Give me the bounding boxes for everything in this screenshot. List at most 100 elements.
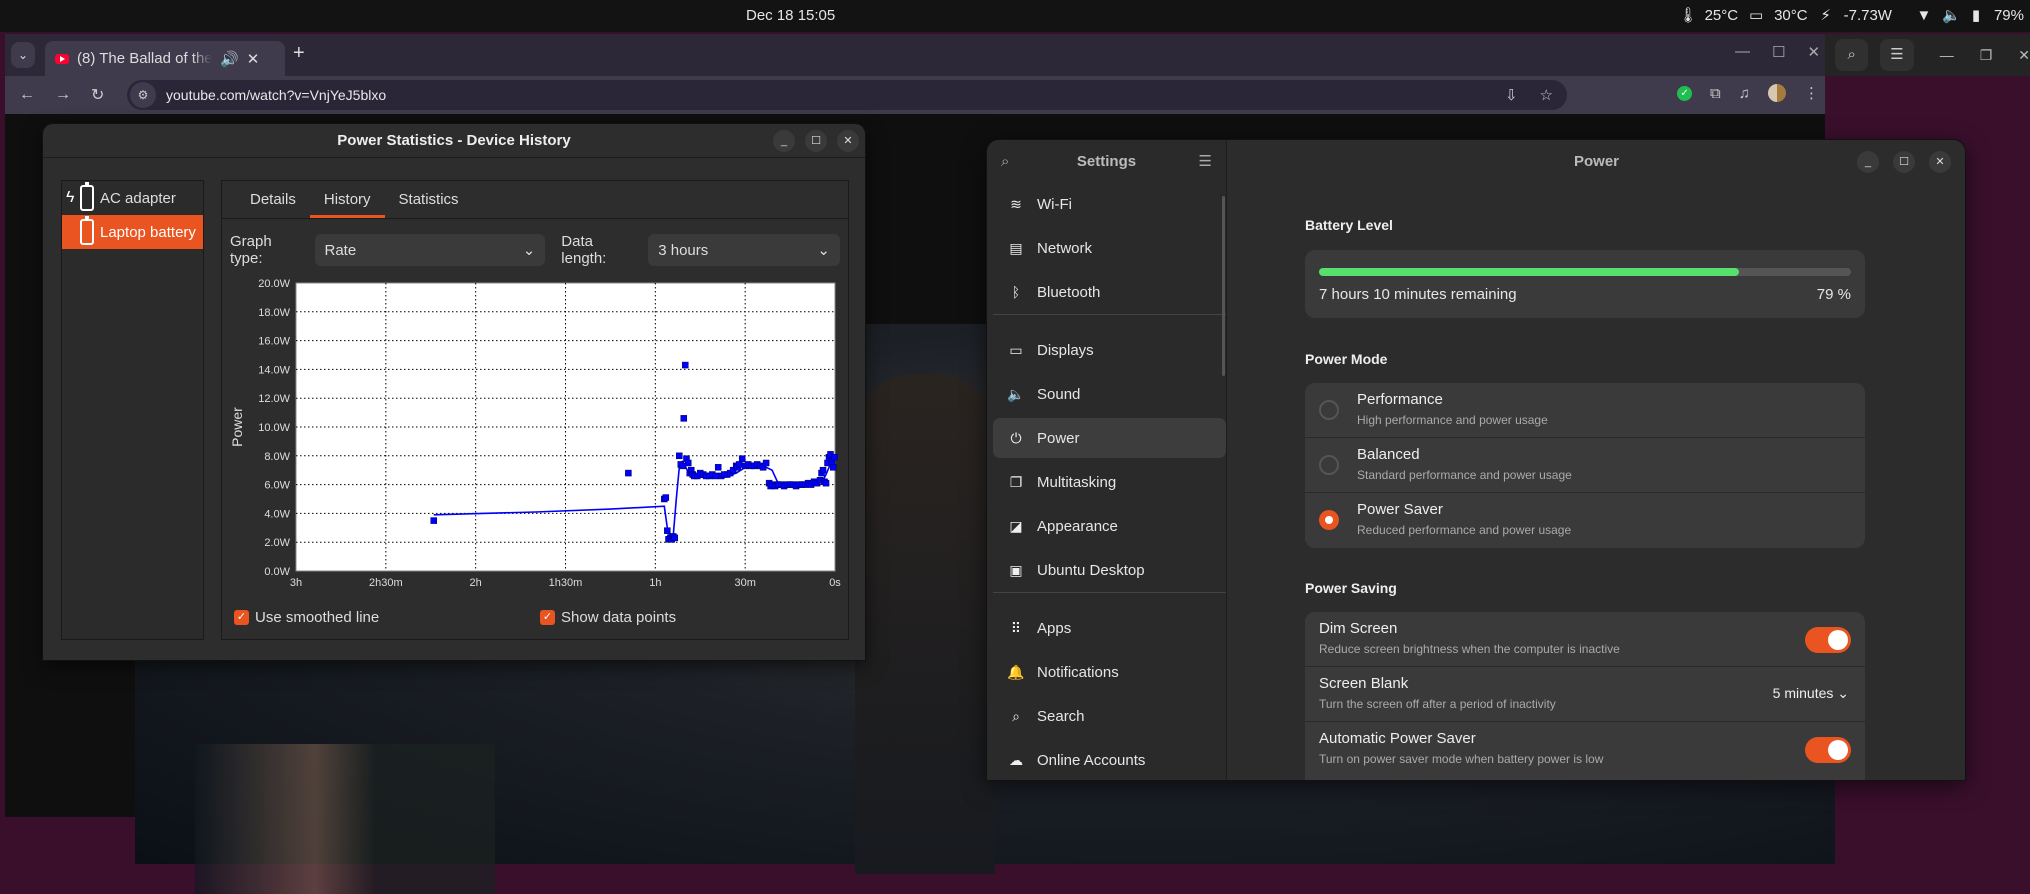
install-app-icon[interactable]: ⇩ [1505,86,1518,104]
radio-button[interactable] [1319,455,1339,475]
audio-playing-icon[interactable]: 🔊 [220,50,239,68]
maximize-button[interactable]: ☐ [805,130,827,152]
data-point [738,455,746,462]
y-tick-label: 18.0W [258,307,290,319]
minimize-button[interactable]: _ [773,130,795,152]
sidebar-item-wi-fi[interactable]: ≋ Wi-Fi [993,184,1226,224]
use-smoothed-line-checkbox[interactable]: ✓ Use smoothed line [234,609,379,626]
toolbar-right: ✓ ⧉ ♫ ⋮ [1677,84,1819,102]
sidebar-item-label: Search [1037,707,1085,725]
sound-icon: 🔈 [1007,385,1025,402]
data-point [430,517,437,524]
close-tab-icon[interactable]: ✕ [247,50,260,68]
search-icon[interactable]: ⌕ [1835,39,1869,71]
maximize-icon[interactable]: ☐ [1772,43,1785,61]
sidebar-item-appearance[interactable]: ◪ Appearance [993,506,1226,546]
sidebar-item-bluetooth[interactable]: ᛒ Bluetooth [993,272,1226,312]
sidebar-item-apps[interactable]: ⠿ Apps [993,608,1226,648]
tab-details[interactable]: Details [236,181,310,218]
battery-percent: 79% [1993,6,2024,24]
back-icon[interactable]: ← [19,86,41,104]
radio-button-selected[interactable] [1319,510,1339,530]
browser-tab[interactable]: (8) The Ballad of the W 🔊 ✕ [45,41,285,76]
profile-avatar[interactable] [1768,84,1786,102]
power-mode-power-saver[interactable]: Power Saver Reduced performance and powe… [1305,493,1865,548]
restore-icon[interactable]: ❐ [1980,47,1993,64]
device-ac-adapter[interactable]: ϟ AC adapter [62,181,203,215]
power-mode-balanced[interactable]: Balanced Standard performance and power … [1305,438,1865,493]
graph-type-select[interactable]: Rate ⌄ [314,234,546,266]
tab-search-button[interactable]: ⌄ [11,42,35,68]
clock[interactable]: Dec 18 15:05 [746,7,835,24]
sidebar-scrollbar[interactable] [1222,196,1225,376]
settings-sidebar: ⌕ Settings ☰ ≋ Wi-Fi ▤ Network ᛒ Bluetooth ▭ Di… [987,140,1227,780]
extensions-puzzle-icon[interactable]: ⧉ [1710,85,1721,102]
reload-icon[interactable]: ↻ [91,85,113,105]
automatic-power-saver-toggle[interactable] [1805,737,1851,763]
new-tab-button[interactable]: + [293,42,305,65]
tab-statistics[interactable]: Statistics [385,181,473,218]
radio-button[interactable] [1319,400,1339,420]
power-mode-card: Performance High performance and power u… [1305,383,1865,548]
dim-screen-toggle[interactable] [1805,627,1851,653]
device-laptop-battery[interactable]: Laptop battery [62,215,203,249]
ac-adapter-icon: ϟ [66,189,75,206]
network-icon: ▤ [1009,239,1023,256]
device-label: AC adapter [100,189,176,207]
forward-icon[interactable]: → [55,86,77,104]
url-text[interactable]: youtube.com/watch?v=VnjYeJ5blxo [166,87,386,103]
menu-kebab-icon[interactable]: ⋮ [1804,84,1819,102]
data-length-label: Data length: [561,233,607,267]
sidebar-item-displays[interactable]: ▭ Displays [993,330,1226,370]
media-control-icon[interactable]: ♫ [1739,85,1750,102]
y-tick-label: 16.0W [258,336,290,348]
sidebar-item-sound[interactable]: 🔈 Sound [993,374,1226,414]
site-info-icon[interactable]: ⚙ [130,82,156,108]
power-mode-performance[interactable]: Performance High performance and power u… [1305,383,1865,438]
x-tick-label: 30m [734,577,755,589]
sidebar-item-ubuntu-desktop[interactable]: ▣ Ubuntu Desktop [993,550,1226,590]
minimize-icon[interactable]: — [1735,43,1750,61]
address-bar[interactable]: ⚙ youtube.com/watch?v=VnjYeJ5blxo ⇩ ☆ [127,80,1567,110]
bookmark-star-icon[interactable]: ☆ [1540,86,1553,104]
sidebar-item-multitasking[interactable]: ❐ Multitasking [993,462,1226,502]
minimize-icon[interactable]: — [1940,47,1954,63]
power-saving-card: Dim Screen Reduce screen brightness when… [1305,612,1865,780]
close-button[interactable]: ✕ [1929,151,1951,173]
y-tick-label: 2.0W [264,537,290,549]
chevron-down-icon: ⌄ [522,242,536,259]
graph-type-label: Graph type: [230,233,272,267]
close-icon[interactable]: ✕ [2018,47,2030,64]
sidebar-item-online-accounts[interactable]: ☁ Online Accounts [993,740,1226,780]
close-icon[interactable]: ✕ [1807,43,1820,61]
checkbox-label: Use smoothed line [255,609,380,626]
sidebar-item-power[interactable]: ⏻ Power [993,418,1226,458]
y-tick-label: 8.0W [264,451,290,463]
extension-check-icon[interactable]: ✓ [1677,85,1693,101]
data-point [680,415,688,422]
sidebar-item-notifications[interactable]: 🔔 Notifications [993,652,1226,692]
close-button[interactable]: ✕ [837,130,859,152]
sidebar-item-network[interactable]: ▤ Network [993,228,1226,268]
sidebar-item-label: Appearance [1037,517,1118,535]
data-point [829,464,837,471]
tab-history[interactable]: History [309,181,385,218]
data-point [819,466,827,474]
mode-title: Power Saver [1357,501,1443,518]
data-length-select[interactable]: 3 hours ⌄ [648,234,840,266]
hamburger-menu-icon[interactable]: ☰ [1880,39,1914,71]
battery-icon [80,216,94,245]
screen-blank-row[interactable]: Screen Blank Turn the screen off after a… [1305,667,1865,722]
checkmark-icon: ✓ [540,610,555,625]
power-history-chart: 0.0W 2.0W 4.0W 6.0W 8.0W 10.0W 12.0W 14.0W 16.0W… [222,273,850,609]
sidebar-item-search[interactable]: ⌕ Search [993,696,1226,736]
system-tray[interactable]: 🌡 25°C ▭ 30°C ⚡ -7.73W ▼ 🔈 ▮ 79% [1679,6,2024,25]
screen-blank-dropdown[interactable]: 5 minutes ⌄ [1773,685,1849,702]
sidebar-item-label: Sound [1037,385,1081,403]
search-icon[interactable]: ⌕ [1001,140,1009,184]
data-point [671,534,679,542]
show-data-points-checkbox[interactable]: ✓ Show data points [540,609,676,626]
hamburger-menu-icon[interactable]: ☰ [1199,140,1212,184]
minimize-button[interactable]: _ [1857,151,1879,173]
maximize-button[interactable]: ☐ [1893,151,1915,173]
